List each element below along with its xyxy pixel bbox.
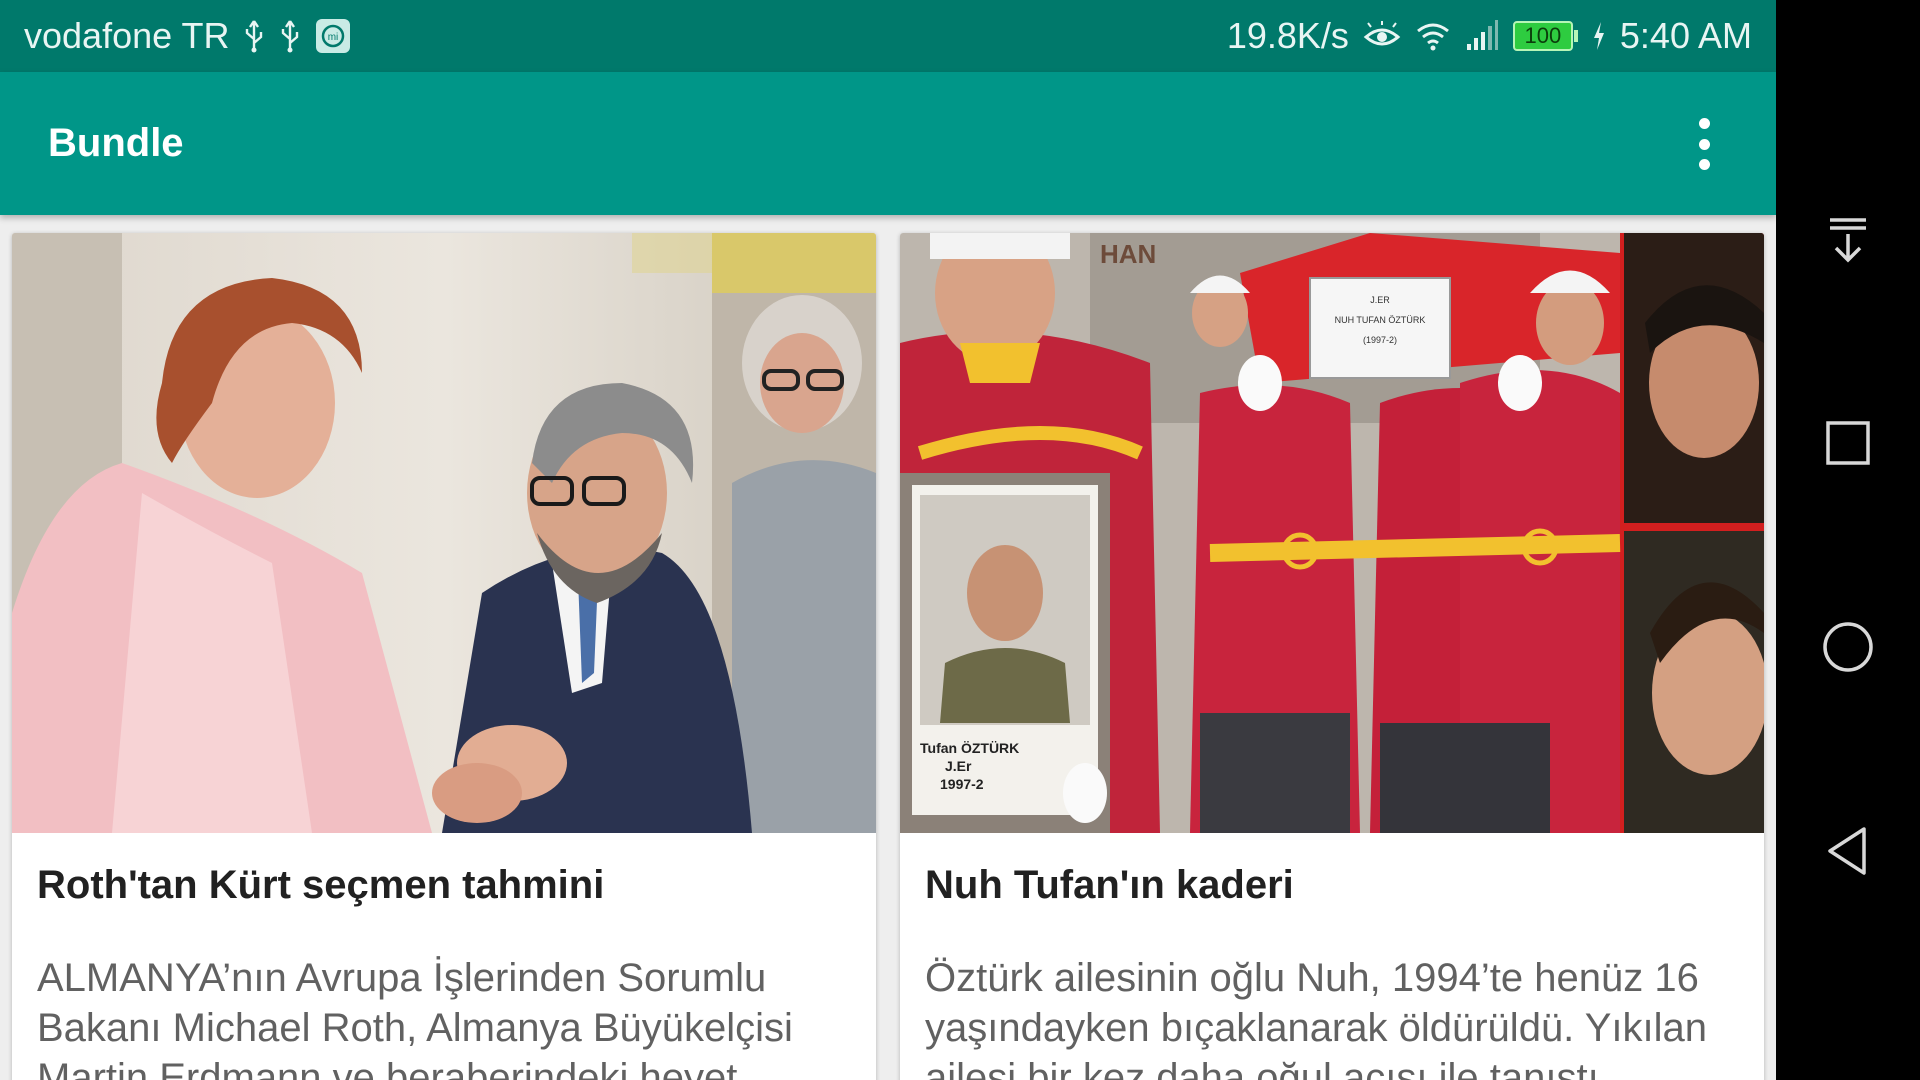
usb-icon (243, 19, 265, 53)
svg-text:mi: mi (328, 32, 339, 43)
card-headline[interactable]: Nuh Tufan'ın kaderi (925, 860, 1739, 910)
card-summary: Öztürk ailesinin oğlu Nuh, 1994’te henüz… (925, 956, 1707, 1080)
coffin-label-year: (1997-2) (1363, 335, 1397, 345)
app-bar: Bundle (0, 72, 1776, 215)
clock: 5:40 AM (1619, 15, 1752, 56)
photo-caption-name: Tufan ÖZTÜRK (920, 740, 1019, 756)
mi-app-icon: mi (315, 18, 351, 54)
back-icon[interactable] (1812, 815, 1884, 887)
home-icon[interactable] (1812, 611, 1884, 683)
carrier-label: vodafone TR (24, 15, 230, 56)
recents-icon[interactable] (1812, 407, 1884, 479)
notification-pull-icon[interactable] (1812, 204, 1884, 276)
navigation-bar (1776, 0, 1920, 1080)
usb-icon (279, 19, 301, 53)
app-title: Bundle (48, 121, 184, 165)
battery-icon: 100 (1512, 21, 1578, 51)
card-summary: ALMANYA’nın Avrupa İşlerinden Sorumlu Ba… (37, 956, 793, 1080)
news-card[interactable]: Roth'tan Kürt seçmen tahmini ALMANYA’nın… (12, 233, 876, 1080)
news-photo-handshake (12, 233, 876, 833)
coffin-label-rank: J.ER (1370, 295, 1390, 305)
signal-icon (1465, 20, 1499, 52)
photo-caption-rank: J.Er (945, 758, 972, 774)
eye-icon (1363, 21, 1401, 51)
news-photo-funeral: HAN Tufan ÖZTÜRK J.Er 1997-2 J.ER NUH TU… (900, 233, 1764, 833)
battery-level: 100 (1512, 21, 1573, 51)
wifi-icon (1415, 21, 1451, 51)
status-bar: vodafone TR mi 19.8K/s 100 5:40 AM (0, 0, 1776, 72)
network-speed: 19.8K/s (1226, 15, 1349, 56)
sign-text: HAN (1100, 239, 1156, 269)
app-screen: vodafone TR mi 19.8K/s 100 5:40 AM Bundl… (0, 0, 1776, 1080)
card-headline[interactable]: Roth'tan Kürt seçmen tahmini (37, 860, 851, 910)
coffin-label-name: NUH TUFAN ÖZTÜRK (1335, 315, 1426, 325)
news-card[interactable]: HAN Tufan ÖZTÜRK J.Er 1997-2 J.ER NUH TU… (900, 233, 1764, 1080)
more-vert-icon[interactable] (1680, 118, 1728, 170)
charging-icon (1592, 21, 1606, 51)
photo-caption-year: 1997-2 (940, 776, 984, 792)
